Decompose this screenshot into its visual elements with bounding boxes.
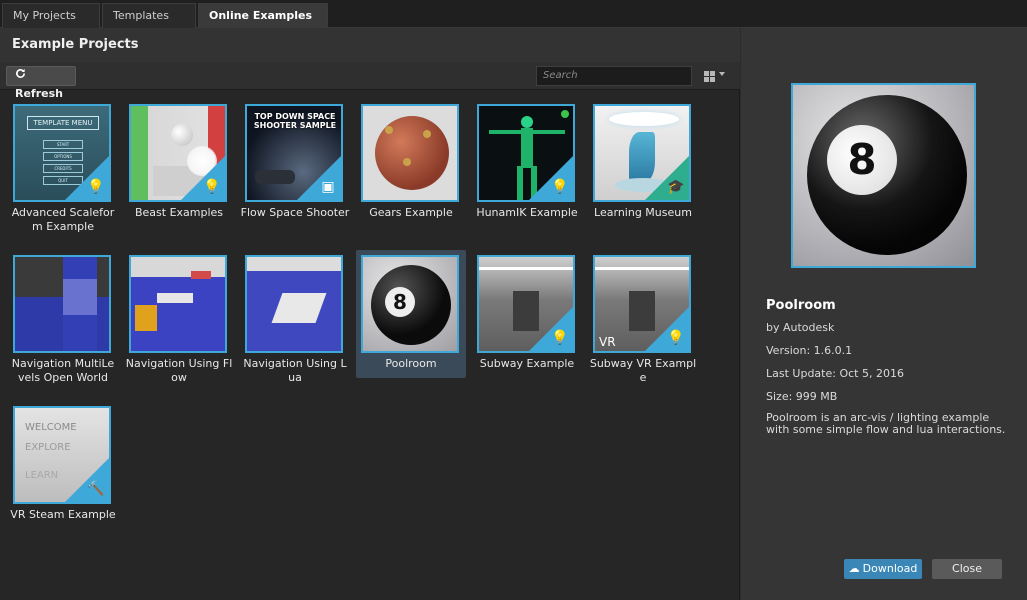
project-name: Advanced Scalefor m Example	[11, 206, 115, 233]
project-card[interactable]: 💡 HunamIK Example	[472, 99, 582, 227]
detail-description: Poolroom is an arc-vis / lighting exampl…	[766, 411, 1006, 436]
project-card[interactable]: TOP DOWN SPACE SHOOTER SAMPLE ▣ Flow Spa…	[240, 99, 350, 227]
detail-last-update: Last Update: Oct 5, 2016	[766, 367, 904, 380]
project-name: Navigation Using Fl ow	[125, 357, 233, 384]
page-title: Example Projects	[12, 37, 139, 52]
projects-panel: Example Projects Refresh Search TEMPLATE…	[0, 28, 740, 600]
box-icon: ▣	[321, 179, 335, 195]
graduation-cap-icon: 🎓	[667, 179, 685, 195]
project-card[interactable]: Navigation MultiLe vels Open World	[8, 250, 118, 384]
menu-title: TEMPLATE MENU	[27, 116, 99, 130]
project-name: Subway VR Exampl e	[589, 357, 697, 384]
project-name: Beast Examples	[134, 206, 224, 219]
project-grid: TEMPLATE MENU START OPTIONS CREDITS QUIT…	[0, 91, 740, 600]
project-name: Gears Example	[369, 206, 453, 219]
project-thumbnail: 💡	[477, 104, 575, 202]
detail-size: Size: 999 MB	[766, 390, 838, 403]
refresh-button[interactable]: Refresh	[6, 66, 76, 100]
detail-author: by Autodesk	[766, 321, 835, 334]
refresh-icon	[15, 67, 27, 85]
toolbar: Refresh Search	[0, 62, 740, 100]
project-card[interactable]: WELCOME EXPLORE LEARN 🔨 VR Steam Example	[8, 401, 118, 529]
chevron-down-icon	[719, 72, 725, 76]
project-name: Learning Museum	[594, 206, 692, 219]
tab-my-projects[interactable]: My Projects (2)	[2, 3, 100, 46]
detail-version: Version: 1.6.0.1	[766, 344, 853, 357]
details-panel: 8 Poolroom by Autodesk Version: 1.6.0.1 …	[741, 28, 1027, 600]
project-name: Poolroom	[385, 357, 437, 370]
project-thumbnail	[129, 255, 227, 353]
explore-text: EXPLORE	[25, 442, 71, 453]
welcome-text: WELCOME	[25, 422, 77, 433]
search-input[interactable]: Search	[536, 66, 692, 86]
project-name: Navigation MultiLe vels Open World	[11, 357, 115, 384]
tab-bar: My Projects (2) Templates (6) Online Exa…	[0, 0, 1027, 46]
eight-ball-number: 8	[827, 125, 897, 195]
project-name: Flow Space Shooter	[240, 206, 350, 219]
download-label: Download	[862, 562, 918, 575]
download-button[interactable]: ☁ Download	[844, 559, 922, 579]
cloud-download-icon: ☁	[848, 562, 860, 575]
tab-online-examples[interactable]: Online Examples (13)	[198, 3, 328, 46]
project-card[interactable]: 🎓 Learning Museum	[588, 99, 698, 227]
learn-text: LEARN	[25, 470, 59, 481]
view-toggle-button[interactable]	[702, 69, 728, 85]
project-card[interactable]: Gears Example	[356, 99, 466, 227]
project-thumbnail	[361, 104, 459, 202]
project-card[interactable]: 💡 Subway Example	[472, 250, 582, 378]
project-name: Subway Example	[479, 357, 575, 370]
lightbulb-icon: 💡	[667, 330, 685, 346]
project-thumbnail: TEMPLATE MENU START OPTIONS CREDITS QUIT…	[13, 104, 111, 202]
project-card[interactable]: 💡 Beast Examples	[124, 99, 234, 227]
menu-item: START	[43, 140, 83, 149]
project-thumbnail: 🎓	[593, 104, 691, 202]
project-thumbnail	[13, 255, 111, 353]
project-name: Navigation Using Lua	[243, 357, 347, 384]
detail-title: Poolroom	[766, 298, 836, 313]
panel-header: Example Projects	[0, 28, 740, 62]
preview-image: 8	[791, 83, 976, 268]
project-thumbnail	[245, 255, 343, 353]
project-card[interactable]: Navigation Using Lua	[240, 250, 350, 384]
project-thumbnail: WELCOME EXPLORE LEARN 🔨	[13, 406, 111, 504]
lightbulb-icon: 💡	[203, 179, 221, 195]
close-button[interactable]: Close	[932, 559, 1002, 579]
lightbulb-icon: 💡	[551, 179, 569, 195]
project-card[interactable]: VR 💡 Subway VR Exampl e	[588, 250, 698, 384]
vr-label: VR	[599, 335, 616, 349]
project-name: HunamIK Example	[476, 206, 578, 219]
project-card[interactable]: TEMPLATE MENU START OPTIONS CREDITS QUIT…	[8, 99, 118, 233]
project-card-selected[interactable]: 8 Poolroom	[356, 250, 466, 378]
project-thumbnail: 8	[361, 255, 459, 353]
thumbnail-title: TOP DOWN SPACE SHOOTER SAMPLE	[253, 112, 337, 130]
hammer-icon: 🔨	[87, 481, 105, 497]
tab-templates[interactable]: Templates (6)	[102, 3, 196, 46]
project-name: VR Steam Example	[10, 508, 116, 521]
project-thumbnail: TOP DOWN SPACE SHOOTER SAMPLE ▣	[245, 104, 343, 202]
project-card[interactable]: Navigation Using Fl ow	[124, 250, 234, 384]
lightbulb-icon: 💡	[551, 330, 569, 346]
project-thumbnail: VR 💡	[593, 255, 691, 353]
project-thumbnail: 💡	[129, 104, 227, 202]
lightbulb-icon: 💡	[87, 179, 105, 195]
project-thumbnail: 💡	[477, 255, 575, 353]
eight-ball-number: 8	[385, 287, 415, 317]
